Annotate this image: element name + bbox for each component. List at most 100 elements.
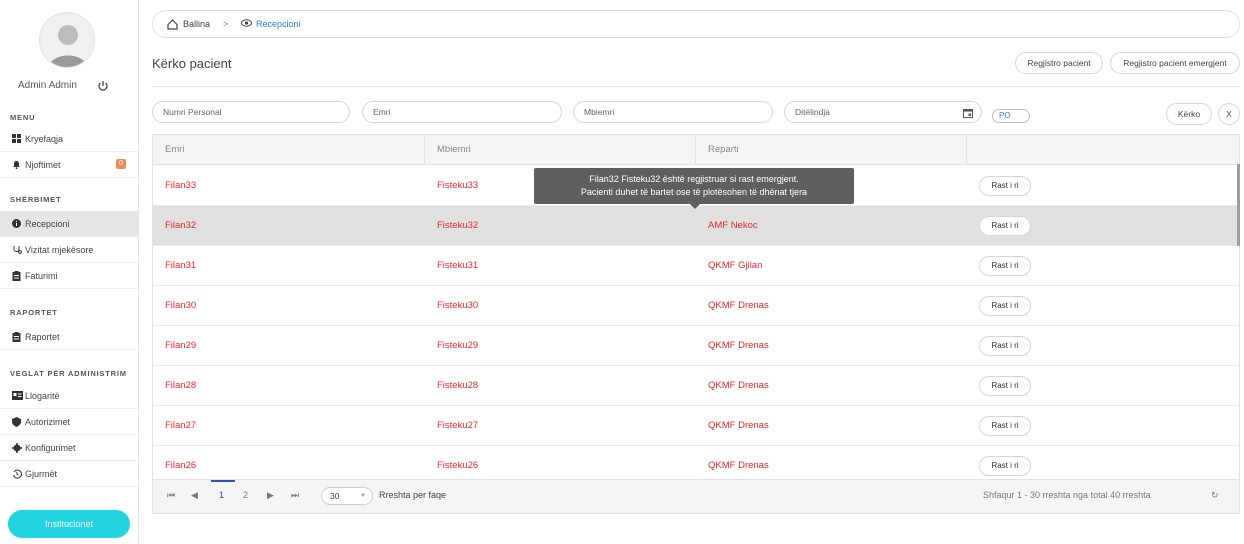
po-select[interactable]: PO — [992, 109, 1030, 123]
stethoscope-icon — [12, 245, 22, 255]
new-case-button[interactable]: Rast i ri — [979, 376, 1031, 396]
sidebar-item-raportet[interactable]: Raportet — [0, 324, 138, 350]
first-page-icon[interactable]: ⏮ — [167, 490, 175, 501]
table-row[interactable]: Filan29 Fisteku29 QKMF Drenas Rast i ri — [153, 326, 1239, 366]
cell-mbiemri: Fisteku29 — [437, 340, 479, 351]
breadcrumb: Ballina > Recepcioni — [152, 10, 1240, 38]
clear-button[interactable]: X — [1218, 103, 1240, 125]
section-sherbimet: SHËRBIMET — [10, 195, 62, 204]
sidebar-item-njoftimet[interactable]: Njoftimet 0 — [0, 152, 138, 178]
sidebar-item-label: Vizitat mjekësore — [25, 245, 94, 255]
tooltip-line-2: Pacienti duhet të bartet ose të plotësoh… — [580, 187, 808, 197]
clipboard-icon — [12, 271, 22, 281]
cell-reparti: QKMF Drenas — [708, 380, 769, 391]
table-row[interactable]: Filan27 Fisteku27 QKMF Drenas Rast i ri — [153, 406, 1239, 446]
last-name-field[interactable]: Mbiemri — [573, 101, 773, 123]
last-page-icon[interactable]: ⏭ — [291, 490, 299, 501]
table-row[interactable]: Filan28 Fisteku28 QKMF Drenas Rast i ri — [153, 366, 1239, 406]
clipboard-icon — [12, 332, 22, 342]
cell-reparti: AMF Nekoc — [708, 220, 758, 231]
cell-emri: Filan33 — [165, 180, 197, 191]
tooltip-line-1: Filan32 Fisteku32 është regjistruar si r… — [589, 174, 799, 184]
page-size-select[interactable]: 30 ▼ — [321, 487, 373, 505]
sidebar-item-label: Kryefaqja — [25, 134, 64, 144]
sidebar-item-label: Recepcioni — [25, 219, 70, 229]
next-page-icon[interactable]: ▶ — [267, 490, 274, 501]
page-title: Kërko pacient — [152, 56, 232, 71]
table-row[interactable]: Filan32 Fisteku32 AMF Nekoc Rast i ri — [153, 206, 1239, 246]
chevron-down-icon: ▼ — [360, 493, 366, 499]
cell-mbiemri: Fisteku32 — [437, 220, 479, 231]
table-row[interactable]: Filan30 Fisteku30 QKMF Drenas Rast i ri — [153, 286, 1239, 326]
per-page-label: Rreshta per faqe — [379, 490, 447, 500]
bell-icon — [12, 160, 22, 170]
page-1[interactable]: 1 — [219, 490, 224, 500]
first-name-field[interactable]: Emri — [362, 101, 562, 123]
shield-icon — [12, 417, 22, 427]
new-case-button[interactable]: Rast i ri — [979, 256, 1031, 276]
dashboard-icon — [12, 134, 22, 144]
sidebar-item-llogarite[interactable]: Llogaritë — [0, 383, 138, 409]
personal-number-field[interactable]: Numri Personal — [152, 101, 350, 123]
new-case-button[interactable]: Rast i ri — [979, 336, 1031, 356]
active-page-indicator — [211, 480, 235, 482]
table-row[interactable]: Filan31 Fisteku31 QKMF Gjilan Rast i ri — [153, 246, 1239, 286]
history-icon — [12, 469, 22, 479]
id-card-icon — [12, 391, 23, 401]
sidebar-item-faturimi[interactable]: Faturimi — [0, 263, 138, 289]
sidebar-item-gjurmet[interactable]: Gjurmët — [0, 461, 138, 487]
emergency-tooltip: Filan32 Fisteku32 është regjistruar si r… — [534, 168, 854, 204]
new-case-button[interactable]: Rast i ri — [979, 456, 1031, 476]
search-button[interactable]: Kërko — [1166, 103, 1212, 125]
pager: ⏮ ◀ 1 2 ▶ ⏭ 30 ▼ Rreshta per faqe Shfaqur… — [153, 479, 1239, 513]
section-menu: MENU — [10, 113, 36, 122]
sidebar-item-autorizimet[interactable]: Autorizimet — [0, 409, 138, 435]
cell-emri: Filan32 — [165, 220, 197, 231]
app-root: Admin Admin MENU Kryefaqja Njoftimet 0 S… — [0, 0, 1244, 544]
birth-date-field[interactable]: Ditëlindja — [784, 101, 982, 123]
new-case-button[interactable]: Rast i ri — [979, 216, 1031, 236]
page-size-value: 30 — [330, 491, 340, 501]
home-icon[interactable] — [167, 19, 178, 30]
sidebar-item-label: Njoftimet — [25, 160, 61, 170]
refresh-icon[interactable]: ↻ — [1211, 490, 1219, 501]
sidebar: Admin Admin MENU Kryefaqja Njoftimet 0 S… — [0, 0, 138, 544]
header-divider — [152, 86, 1240, 87]
new-case-button[interactable]: Rast i ri — [979, 176, 1031, 196]
sidebar-item-vizitat[interactable]: Vizitat mjekësore — [0, 237, 138, 263]
column-header-emri[interactable]: Emri — [153, 135, 424, 165]
cell-reparti: QKMF Drenas — [708, 420, 769, 431]
cell-emri: Filan29 — [165, 340, 197, 351]
column-header-reparti[interactable]: Reparti — [696, 135, 966, 165]
avatar[interactable] — [39, 12, 95, 68]
register-emergency-patient-button[interactable]: Regjistro pacient emergjent — [1110, 52, 1240, 74]
cell-mbiemri: Fisteku28 — [437, 380, 479, 391]
cell-reparti: QKMF Gjilan — [708, 260, 763, 271]
institucionet-button[interactable]: Institucionet — [8, 510, 130, 538]
register-patient-button[interactable]: Regjistro pacient — [1015, 52, 1103, 74]
table-header: Emri Mbiemri Reparti — [153, 135, 1239, 165]
sidebar-item-label: Konfigurimet — [25, 443, 76, 453]
sidebar-item-konfigurimet[interactable]: Konfigurimet — [0, 435, 138, 461]
user-name: Admin Admin — [18, 80, 77, 91]
prev-page-icon[interactable]: ◀ — [191, 490, 198, 501]
sidebar-item-label: Gjurmët — [25, 469, 58, 479]
power-icon[interactable] — [97, 80, 111, 94]
cell-mbiemri: Fisteku27 — [437, 420, 479, 431]
scrollbar[interactable] — [1237, 164, 1240, 246]
column-header-mbiemri[interactable]: Mbiemri — [425, 135, 695, 165]
breadcrumb-home[interactable]: Ballina — [183, 19, 210, 29]
cell-emri: Filan31 — [165, 260, 197, 271]
sidebar-item-recepcioni[interactable]: Recepcioni — [0, 211, 138, 237]
breadcrumb-separator: > — [223, 19, 229, 29]
new-case-button[interactable]: Rast i ri — [979, 296, 1031, 316]
info-circle-icon — [12, 219, 22, 229]
sidebar-item-label: Autorizimet — [25, 417, 71, 427]
page-2[interactable]: 2 — [243, 490, 248, 500]
sidebar-item-kryefaqja[interactable]: Kryefaqja — [0, 126, 138, 152]
new-case-button[interactable]: Rast i ri — [979, 416, 1031, 436]
cell-emri: Filan27 — [165, 420, 197, 431]
pager-summary: Shfaqur 1 - 30 rreshta nga total 40 rres… — [983, 490, 1151, 500]
calendar-icon[interactable] — [963, 108, 973, 118]
cell-reparti: QKMF Drenas — [708, 300, 769, 311]
